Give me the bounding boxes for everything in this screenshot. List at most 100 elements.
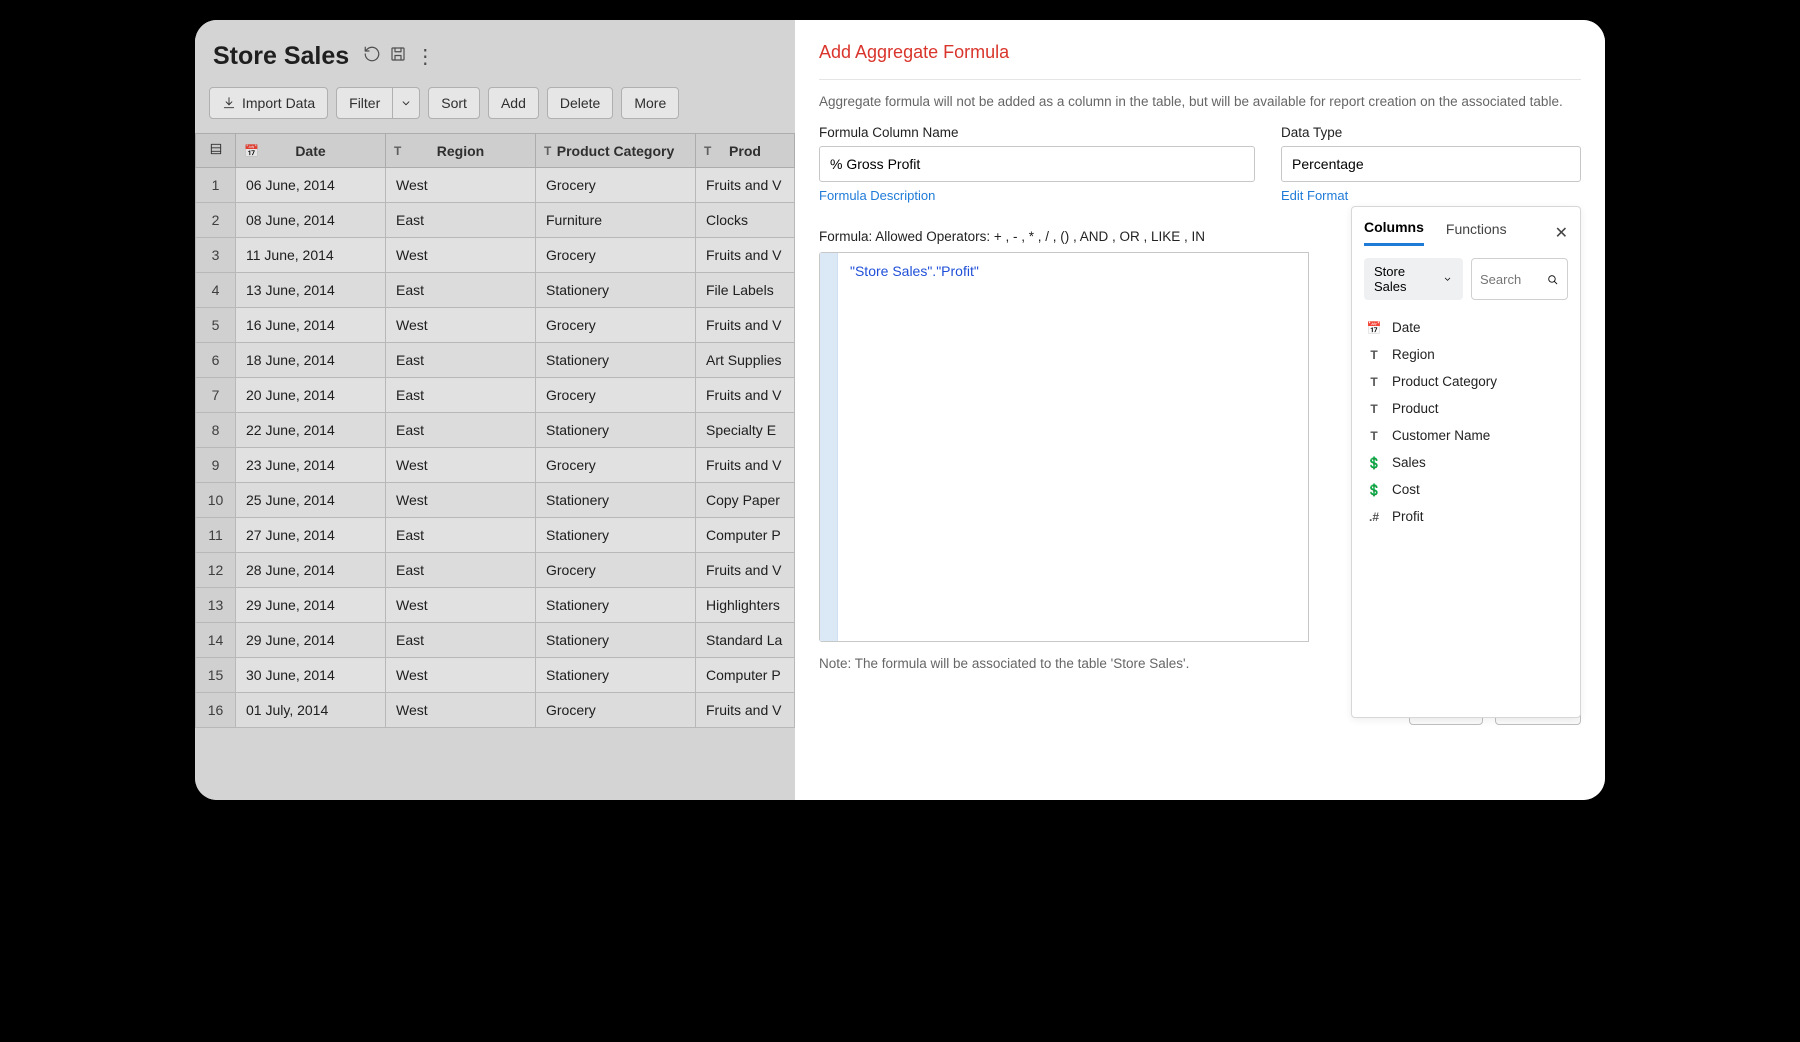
cell-region[interactable]: West [386, 483, 536, 518]
cell-product[interactable]: Fruits and V [696, 308, 795, 343]
table-row[interactable]: 2 08 June, 2014 East Furniture Clocks [196, 203, 795, 238]
cell-region[interactable]: West [386, 238, 536, 273]
column-item[interactable]: 📅Date [1364, 314, 1568, 341]
cell-product[interactable]: Fruits and V [696, 168, 795, 203]
close-icon[interactable]: ✕ [1555, 223, 1568, 243]
cell-region[interactable]: West [386, 588, 536, 623]
column-item[interactable]: 💲Cost [1364, 476, 1568, 503]
table-row[interactable]: 8 22 June, 2014 East Stationery Specialt… [196, 413, 795, 448]
table-row[interactable]: 12 28 June, 2014 East Grocery Fruits and… [196, 553, 795, 588]
column-search-input[interactable] [1480, 272, 1540, 287]
formula-name-input[interactable] [819, 146, 1255, 182]
cell-region[interactable]: West [386, 308, 536, 343]
cell-region[interactable]: East [386, 378, 536, 413]
cell-category[interactable]: Grocery [536, 308, 696, 343]
table-selector[interactable]: Store Sales [1364, 258, 1463, 300]
more-button[interactable]: More [621, 87, 679, 119]
cell-product[interactable]: Specialty E [696, 413, 795, 448]
header-rownum[interactable] [196, 134, 236, 168]
table-row[interactable]: 7 20 June, 2014 East Grocery Fruits and … [196, 378, 795, 413]
table-row[interactable]: 6 18 June, 2014 East Stationery Art Supp… [196, 343, 795, 378]
cell-category[interactable]: Grocery [536, 693, 696, 728]
column-item[interactable]: TRegion [1364, 341, 1568, 368]
cell-region[interactable]: East [386, 413, 536, 448]
cell-date[interactable]: 20 June, 2014 [236, 378, 386, 413]
cell-date[interactable]: 23 June, 2014 [236, 448, 386, 483]
cell-category[interactable]: Grocery [536, 553, 696, 588]
column-search[interactable] [1471, 258, 1568, 300]
cell-category[interactable]: Grocery [536, 168, 696, 203]
cell-product[interactable]: Clocks [696, 203, 795, 238]
table-row[interactable]: 1 06 June, 2014 West Grocery Fruits and … [196, 168, 795, 203]
formula-editor[interactable]: "Store Sales"."Profit" [819, 252, 1309, 642]
cell-date[interactable]: 29 June, 2014 [236, 588, 386, 623]
cell-date[interactable]: 28 June, 2014 [236, 553, 386, 588]
formula-description-link[interactable]: Formula Description [819, 188, 935, 203]
column-item[interactable]: TCustomer Name [1364, 422, 1568, 449]
cell-product[interactable]: File Labels [696, 273, 795, 308]
cell-category[interactable]: Stationery [536, 623, 696, 658]
cell-region[interactable]: East [386, 518, 536, 553]
save-icon[interactable] [389, 45, 407, 68]
cell-region[interactable]: East [386, 623, 536, 658]
cell-date[interactable]: 16 June, 2014 [236, 308, 386, 343]
cell-product[interactable]: Standard La [696, 623, 795, 658]
table-row[interactable]: 15 30 June, 2014 West Stationery Compute… [196, 658, 795, 693]
edit-format-link[interactable]: Edit Format [1281, 188, 1348, 203]
cell-region[interactable]: East [386, 203, 536, 238]
cell-date[interactable]: 08 June, 2014 [236, 203, 386, 238]
cell-region[interactable]: West [386, 448, 536, 483]
table-row[interactable]: 14 29 June, 2014 East Stationery Standar… [196, 623, 795, 658]
cell-date[interactable]: 13 June, 2014 [236, 273, 386, 308]
tab-columns[interactable]: Columns [1364, 219, 1424, 246]
table-row[interactable]: 16 01 July, 2014 West Grocery Fruits and… [196, 693, 795, 728]
cell-date[interactable]: 25 June, 2014 [236, 483, 386, 518]
cell-region[interactable]: West [386, 168, 536, 203]
cell-date[interactable]: 18 June, 2014 [236, 343, 386, 378]
cell-category[interactable]: Stationery [536, 273, 696, 308]
filter-button[interactable]: Filter [336, 87, 393, 119]
cell-category[interactable]: Stationery [536, 343, 696, 378]
cell-product[interactable]: Fruits and V [696, 238, 795, 273]
cell-product[interactable]: Fruits and V [696, 448, 795, 483]
cell-category[interactable]: Grocery [536, 378, 696, 413]
cell-region[interactable]: East [386, 343, 536, 378]
cell-category[interactable]: Stationery [536, 483, 696, 518]
cell-category[interactable]: Furniture [536, 203, 696, 238]
cell-product[interactable]: Copy Paper [696, 483, 795, 518]
cell-category[interactable]: Grocery [536, 448, 696, 483]
cell-date[interactable]: 06 June, 2014 [236, 168, 386, 203]
column-item[interactable]: .#Profit [1364, 503, 1568, 530]
cell-region[interactable]: East [386, 553, 536, 588]
column-item[interactable]: TProduct Category [1364, 368, 1568, 395]
table-row[interactable]: 5 16 June, 2014 West Grocery Fruits and … [196, 308, 795, 343]
table-row[interactable]: 11 27 June, 2014 East Stationery Compute… [196, 518, 795, 553]
table-row[interactable]: 4 13 June, 2014 East Stationery File Lab… [196, 273, 795, 308]
header-product[interactable]: TProd [696, 134, 795, 168]
cell-date[interactable]: 30 June, 2014 [236, 658, 386, 693]
header-date[interactable]: 📅Date [236, 134, 386, 168]
cell-date[interactable]: 01 July, 2014 [236, 693, 386, 728]
filter-dropdown-button[interactable] [393, 87, 420, 119]
cell-region[interactable]: East [386, 273, 536, 308]
import-data-button[interactable]: Import Data [209, 87, 328, 119]
column-item[interactable]: 💲Sales [1364, 449, 1568, 476]
tab-functions[interactable]: Functions [1446, 221, 1507, 245]
table-row[interactable]: 13 29 June, 2014 West Stationery Highlig… [196, 588, 795, 623]
table-row[interactable]: 10 25 June, 2014 West Stationery Copy Pa… [196, 483, 795, 518]
cell-category[interactable]: Grocery [536, 238, 696, 273]
cell-date[interactable]: 27 June, 2014 [236, 518, 386, 553]
cell-region[interactable]: West [386, 658, 536, 693]
data-type-select[interactable] [1281, 146, 1581, 182]
cell-product[interactable]: Fruits and V [696, 378, 795, 413]
sort-button[interactable]: Sort [428, 87, 480, 119]
header-region[interactable]: TRegion [386, 134, 536, 168]
cell-region[interactable]: West [386, 693, 536, 728]
table-row[interactable]: 9 23 June, 2014 West Grocery Fruits and … [196, 448, 795, 483]
cell-category[interactable]: Stationery [536, 518, 696, 553]
cell-category[interactable]: Stationery [536, 588, 696, 623]
cell-date[interactable]: 22 June, 2014 [236, 413, 386, 448]
cell-category[interactable]: Stationery [536, 658, 696, 693]
refresh-icon[interactable] [363, 45, 381, 68]
cell-product[interactable]: Art Supplies [696, 343, 795, 378]
